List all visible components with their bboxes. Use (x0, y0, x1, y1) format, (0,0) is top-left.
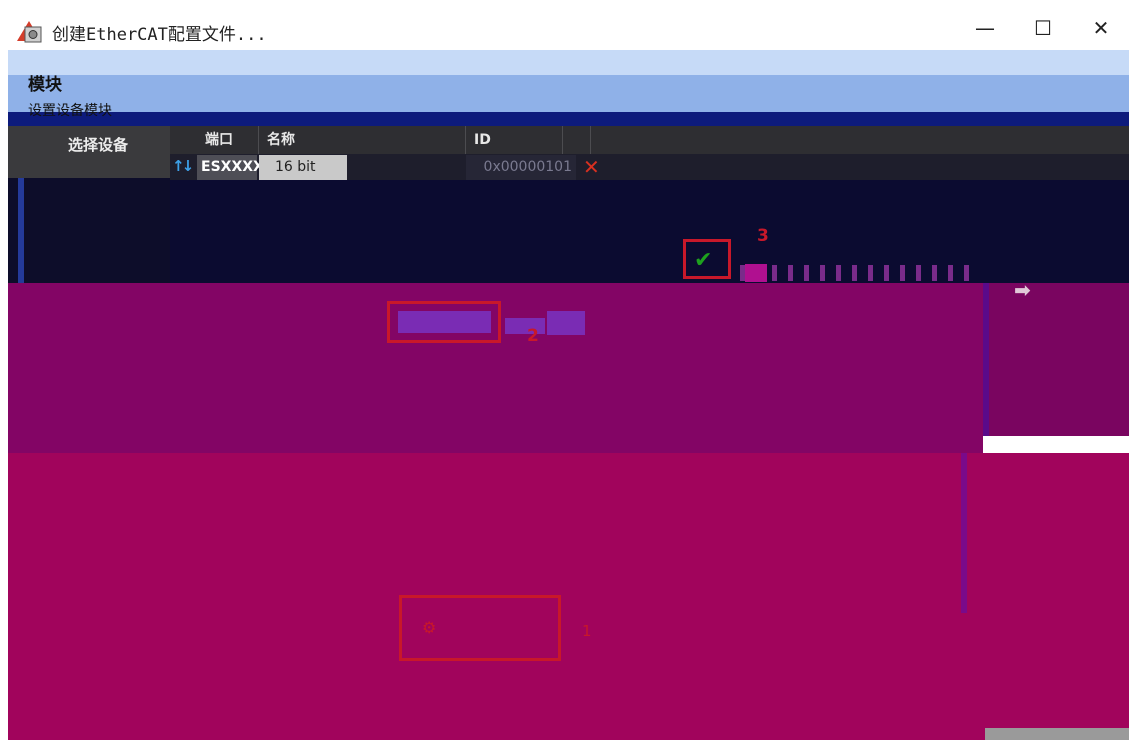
tree-item-label: 选择设备 (68, 136, 129, 154)
confirm-check-icon[interactable]: ✔ (694, 248, 712, 273)
dash-highlight (745, 264, 767, 282)
window-left-border (0, 50, 8, 740)
delete-icon[interactable]: ✕ (583, 155, 600, 179)
device-tree (8, 178, 170, 283)
module-field-button[interactable] (547, 311, 585, 335)
page-title: 模块 (28, 75, 62, 95)
tree-scrollbar[interactable] (18, 178, 24, 283)
marker-1: 1 (582, 622, 592, 640)
window-title: 创建EtherCAT配置文件... (52, 25, 267, 45)
minimize-button[interactable]: — (962, 8, 1008, 48)
column-header-action (563, 126, 591, 154)
column-header-id[interactable]: ID (466, 126, 563, 154)
move-arrows-icon[interactable]: ↑↓ (172, 157, 194, 175)
dashed-separator (740, 265, 970, 281)
app-icon (17, 21, 42, 43)
highlight-box-2 (387, 301, 501, 343)
cell-id[interactable]: 0x00000101 (466, 155, 576, 180)
next-arrow-icon[interactable]: ➡ (1014, 278, 1031, 302)
vertical-divider (961, 453, 967, 613)
module-field-small[interactable] (505, 318, 545, 334)
cell-port[interactable]: ESXXXX (197, 155, 264, 180)
cell-name[interactable]: 16 bit (259, 155, 347, 180)
close-button[interactable]: ✕ (1078, 8, 1124, 48)
page-subtitle: 设置设备模块 (28, 103, 112, 119)
header-band-top (8, 50, 1129, 75)
maximize-button[interactable]: ☐ (1020, 8, 1066, 48)
header-band-mid (8, 75, 1129, 112)
settings-gear-icon[interactable]: ⚙ (422, 618, 436, 637)
header-band-bottom (8, 112, 1129, 126)
status-bar (985, 728, 1129, 740)
marker-3: 3 (757, 226, 769, 246)
side-panel (983, 283, 1129, 436)
marker-2: 2 (527, 326, 539, 346)
column-header-name[interactable]: 名称 (259, 126, 466, 154)
column-header-port[interactable]: 端口 (197, 126, 259, 154)
